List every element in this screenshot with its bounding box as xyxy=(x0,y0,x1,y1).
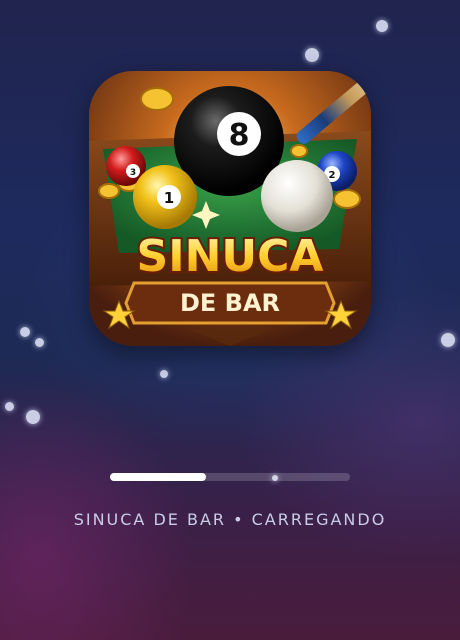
svg-text:3: 3 xyxy=(130,168,136,178)
sparkle-dot xyxy=(305,48,319,62)
loading-progress-fill xyxy=(110,473,206,481)
ball-1-icon: 1 xyxy=(133,165,197,229)
sinuca-de-bar-logo: 3 2 8 1 SINUCA DE BAR xyxy=(89,71,371,346)
svg-text:8: 8 xyxy=(229,118,250,153)
title-sinuca: SINUCA xyxy=(135,229,326,284)
sparkle-dot xyxy=(376,20,388,32)
sparkle-dot xyxy=(20,327,30,337)
svg-text:DE BAR: DE BAR xyxy=(180,289,280,317)
loading-progress-bar xyxy=(110,473,350,481)
cue-ball-icon xyxy=(261,160,333,232)
sparkle-dot xyxy=(441,333,455,347)
sparkle-dot xyxy=(5,402,14,411)
sparkle-dot xyxy=(160,370,168,378)
svg-text:2: 2 xyxy=(329,170,336,181)
de-bar-banner: DE BAR xyxy=(102,281,358,330)
app-icon: 3 2 8 1 SINUCA DE BAR xyxy=(89,71,371,346)
sparkle-dot xyxy=(26,410,40,424)
svg-text:SINUCA: SINUCA xyxy=(137,231,324,282)
svg-text:1: 1 xyxy=(164,189,174,207)
loading-status-text: SINUCA DE BAR • CARREGANDO xyxy=(73,510,387,529)
sparkle-dot xyxy=(35,338,44,347)
